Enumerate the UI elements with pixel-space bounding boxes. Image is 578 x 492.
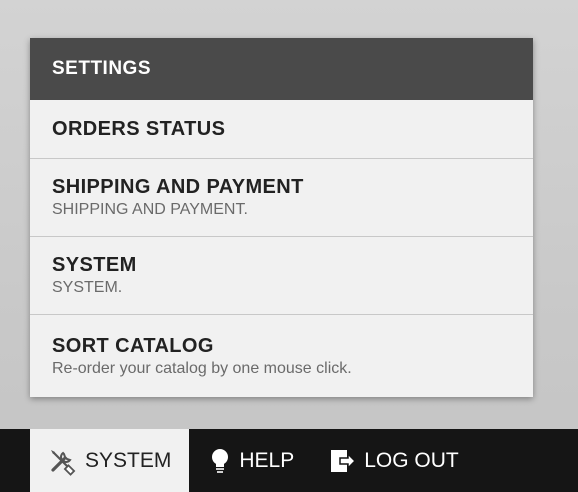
tools-icon: [47, 446, 85, 476]
menu-item-title: SORT CATALOG: [52, 334, 214, 357]
system-label: SYSTEM: [85, 448, 172, 472]
menu-item-title: ORDERS STATUS: [52, 118, 226, 140]
lightbulb-icon: [209, 447, 239, 475]
menu-item-system[interactable]: SYSTEM SYSTEM.: [30, 237, 533, 315]
menu-header: SETTINGS: [30, 38, 533, 100]
menu-item-orders-status[interactable]: ORDERS STATUS: [30, 100, 533, 159]
menu-item-shipping-and-payment[interactable]: SHIPPING AND PAYMENT SHIPPING AND PAYMEN…: [30, 159, 533, 237]
help-button[interactable]: HELP: [189, 429, 316, 492]
system-button[interactable]: SYSTEM: [30, 429, 190, 492]
menu-item-description: SYSTEM.: [52, 279, 123, 296]
menu-item-description: Re-order your catalog by one mouse click…: [52, 359, 352, 377]
menu-item-title: SHIPPING AND PAYMENT: [52, 176, 304, 198]
menu-item-description: SHIPPING AND PAYMENT.: [52, 201, 248, 218]
help-label: HELP: [239, 448, 295, 472]
logout-label: LOG OUT: [364, 448, 459, 472]
settings-dropdown-menu: SETTINGS ORDERS STATUS SHIPPING AND PAYM…: [30, 38, 533, 397]
menu-item-title: SYSTEM: [52, 254, 137, 276]
logout-button[interactable]: LOG OUT: [316, 429, 459, 492]
bottom-toolbar: SYSTEM HELP LOG OUT: [0, 429, 578, 492]
logout-icon: [328, 447, 364, 475]
menu-item-sort-catalog[interactable]: SORT CATALOG Re-order your catalog by on…: [30, 315, 533, 397]
